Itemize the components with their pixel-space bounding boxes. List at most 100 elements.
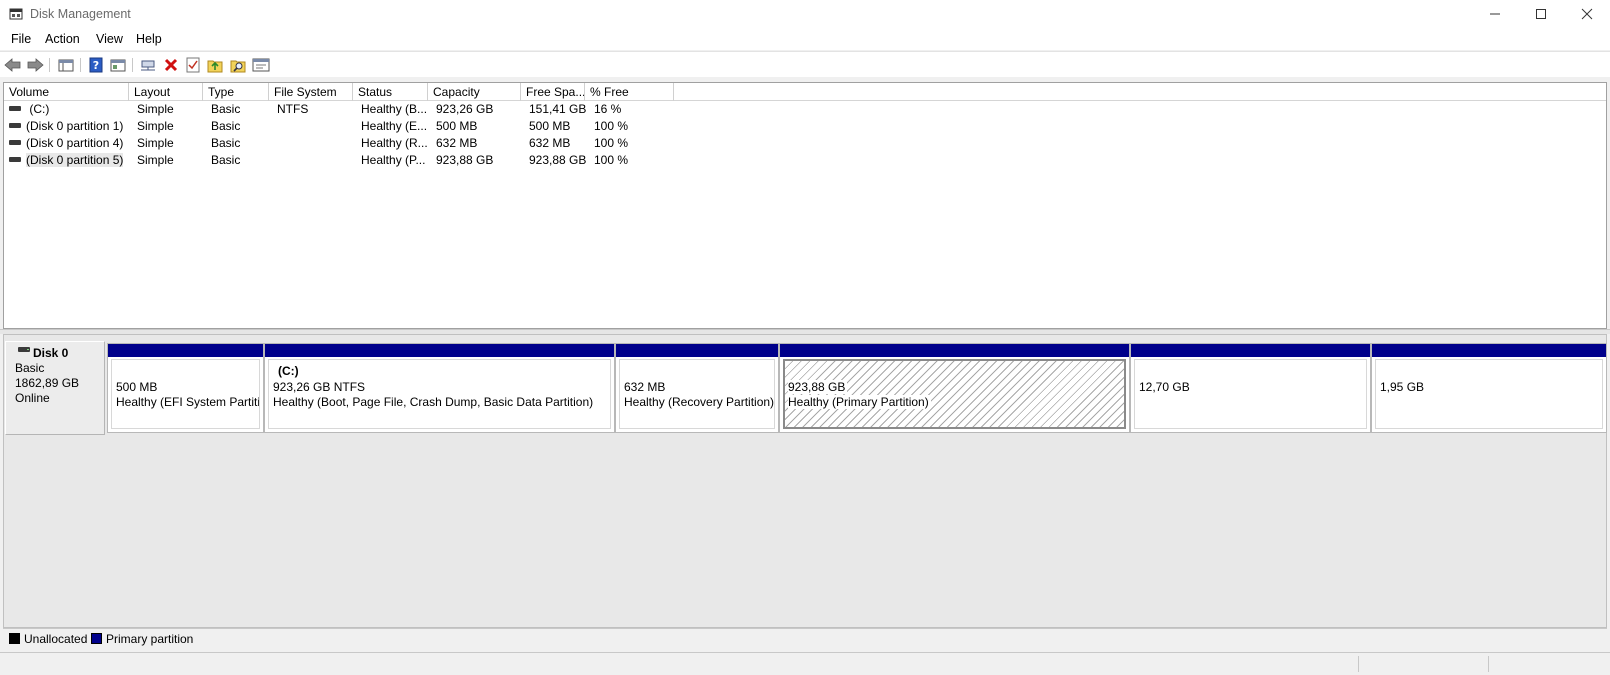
menu-action[interactable]: Action bbox=[45, 32, 80, 46]
menu-bar: File Action View Help bbox=[0, 28, 1610, 50]
volume-name: (Disk 0 partition 4) bbox=[26, 136, 124, 150]
layout-cell: Simple bbox=[137, 136, 174, 150]
partition-primary-selected[interactable]: 923,88 GB Healthy (Primary Partition) bbox=[779, 343, 1130, 433]
status-cell: Healthy (E... bbox=[361, 119, 428, 133]
column-header-capacity[interactable]: Capacity bbox=[428, 83, 521, 101]
column-header-percent-free[interactable]: % Free bbox=[585, 83, 674, 101]
partition-size: 500 MB bbox=[116, 380, 158, 394]
disk-icon bbox=[18, 347, 30, 352]
menu-view[interactable]: View bbox=[96, 32, 123, 46]
column-header-file-system[interactable]: File System bbox=[269, 83, 353, 101]
search-icon bbox=[230, 60, 246, 73]
volume-name: (Disk 0 partition 1) bbox=[26, 119, 124, 133]
partition-efi[interactable]: 500 MB Healthy (EFI System Partitio bbox=[107, 343, 264, 433]
drive-icon bbox=[9, 123, 21, 129]
partition-body: 500 MB Healthy (EFI System Partitio bbox=[111, 359, 260, 429]
partition-c[interactable]: (C:) 923,26 GB NTFS Healthy (Boot, Page … bbox=[264, 343, 615, 433]
legend-primary-partition: Primary partition bbox=[106, 632, 194, 646]
back-arrow-icon bbox=[4, 58, 21, 72]
filesystem-cell bbox=[272, 135, 277, 152]
volume-row[interactable]: (Disk 0 partition 4) Simple Basic Health… bbox=[4, 135, 1606, 152]
volume-row[interactable]: (Disk 0 partition 5) Simple Basic Health… bbox=[4, 152, 1606, 169]
help-icon: ? bbox=[89, 57, 103, 73]
close-button[interactable] bbox=[1564, 0, 1610, 28]
type-cell: Basic bbox=[211, 102, 241, 116]
percent-free-cell: 100 % bbox=[594, 136, 629, 150]
show-hide-pane-button[interactable] bbox=[109, 56, 127, 74]
check-disk-icon bbox=[186, 57, 200, 73]
partition-body: 1,95 GB bbox=[1375, 359, 1603, 429]
check-disk-button[interactable] bbox=[184, 56, 202, 74]
menu-help[interactable]: Help bbox=[136, 32, 162, 46]
toolbar: ? bbox=[0, 51, 1610, 77]
percent-free-cell: 16 % bbox=[594, 102, 622, 116]
toolbar-separator bbox=[49, 58, 50, 72]
maximize-icon bbox=[1536, 9, 1546, 19]
primary-partition-bar bbox=[1372, 344, 1606, 357]
column-header-free-space[interactable]: Free Spa... bbox=[521, 83, 585, 101]
capacity-cell: 632 MB bbox=[436, 136, 478, 150]
percent-free-cell: 100 % bbox=[594, 119, 629, 133]
svg-text:?: ? bbox=[93, 59, 99, 72]
properties-icon bbox=[252, 58, 270, 72]
volume-cell: (Disk 0 partition 1) bbox=[4, 118, 129, 135]
delete-button[interactable] bbox=[162, 56, 180, 74]
status-cell: Healthy (R... bbox=[361, 136, 428, 150]
partition-status: Healthy (Primary Partition) bbox=[788, 395, 931, 409]
layout-cell: Simple bbox=[137, 102, 174, 116]
column-header-layout[interactable]: Layout bbox=[129, 83, 203, 101]
partition-body: (C:) 923,26 GB NTFS Healthy (Boot, Page … bbox=[268, 359, 611, 429]
capacity-cell: 500 MB bbox=[436, 119, 478, 133]
primary-partition-bar bbox=[780, 344, 1129, 357]
help-button[interactable]: ? bbox=[87, 56, 105, 74]
forward-button[interactable] bbox=[26, 56, 44, 74]
menu-file[interactable]: File bbox=[11, 32, 31, 46]
partition-size: 632 MB bbox=[624, 380, 666, 394]
drive-icon bbox=[9, 140, 21, 146]
column-header-type[interactable]: Type bbox=[203, 83, 269, 101]
free-space-cell: 923,88 GB bbox=[529, 153, 587, 167]
column-header-volume[interactable]: Volume bbox=[4, 83, 129, 101]
import-icon bbox=[207, 60, 223, 73]
disk-size: 1862,89 GB bbox=[15, 376, 80, 390]
primary-partition-bar bbox=[1131, 344, 1370, 357]
close-icon bbox=[1581, 8, 1593, 20]
volume-list[interactable]: Volume Layout Type File System Status Ca… bbox=[3, 82, 1607, 329]
column-header-status[interactable]: Status bbox=[353, 83, 428, 101]
status-separator bbox=[1358, 656, 1359, 672]
partition-12gb[interactable]: 12,70 GB bbox=[1130, 343, 1371, 433]
partition-name: (C:) bbox=[278, 364, 299, 378]
filesystem-cell: NTFS bbox=[277, 102, 309, 116]
properties-button[interactable] bbox=[252, 56, 270, 74]
minimize-icon bbox=[1490, 13, 1500, 15]
connect-disk-icon bbox=[141, 60, 155, 71]
partition-2gb[interactable]: 1,95 GB bbox=[1371, 343, 1607, 433]
drive-icon bbox=[9, 106, 21, 112]
volume-row[interactable]: (Disk 0 partition 1) Simple Basic Health… bbox=[4, 118, 1606, 135]
minimize-button[interactable] bbox=[1472, 0, 1518, 28]
delete-icon bbox=[164, 58, 178, 72]
disk-type: Basic bbox=[15, 361, 45, 375]
console-tree-button[interactable] bbox=[57, 56, 75, 74]
capacity-cell: 923,26 GB bbox=[436, 102, 494, 116]
volume-list-header: Volume Layout Type File System Status Ca… bbox=[4, 83, 1606, 101]
partition-status: Healthy (Boot, Page File, Crash Dump, Ba… bbox=[273, 395, 594, 409]
import-button[interactable] bbox=[206, 56, 224, 74]
status-cell: Healthy (P... bbox=[361, 153, 426, 167]
toolbar-separator bbox=[132, 58, 133, 72]
volume-row[interactable]: (C:) Simple Basic NTFS Healthy (B... 923… bbox=[4, 101, 1606, 118]
back-button[interactable] bbox=[4, 56, 22, 74]
partition-size: 1,95 GB bbox=[1380, 380, 1425, 394]
disk-0-label[interactable]: Disk 0 Basic 1862,89 GB Online bbox=[5, 341, 105, 435]
disk-name: Disk 0 bbox=[33, 346, 69, 360]
volume-name: (C:) bbox=[29, 102, 50, 116]
type-cell: Basic bbox=[211, 153, 241, 167]
disk-management-app-icon bbox=[9, 8, 23, 20]
free-space-cell: 151,41 GB bbox=[529, 102, 587, 116]
maximize-button[interactable] bbox=[1518, 0, 1564, 28]
partition-recovery[interactable]: 632 MB Healthy (Recovery Partition) bbox=[615, 343, 779, 433]
legend-unallocated: Unallocated bbox=[24, 632, 88, 646]
connect-disk-button[interactable] bbox=[139, 56, 157, 74]
search-button[interactable] bbox=[229, 56, 247, 74]
disk-0-partitions: 500 MB Healthy (EFI System Partitio (C:)… bbox=[107, 343, 1607, 433]
